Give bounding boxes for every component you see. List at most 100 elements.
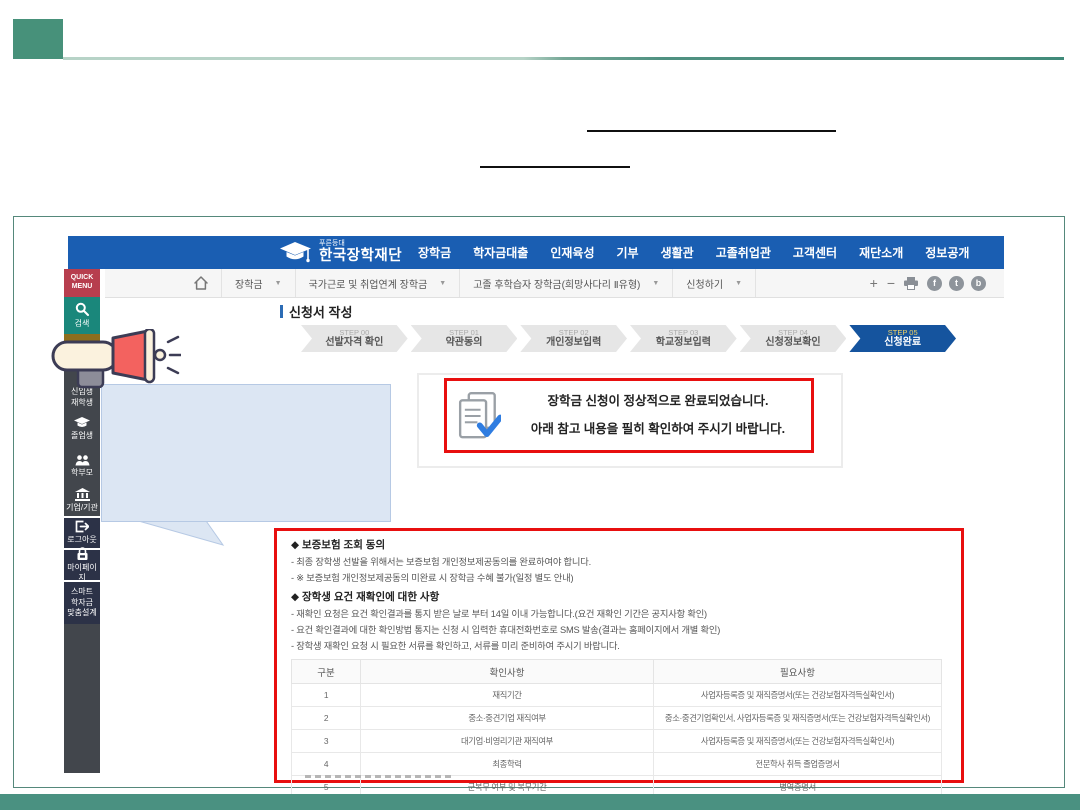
breadcrumb-dropdown[interactable]: 신청하기 ▼ bbox=[672, 269, 756, 297]
completion-highlight-box: 장학금 신청이 정상적으로 완료되었습니다. 아래 참고 내용을 필히 확인하여… bbox=[444, 378, 814, 453]
zoom-out-button[interactable]: − bbox=[887, 276, 895, 290]
logo-subtext: 푸른등대 bbox=[319, 240, 402, 247]
sidebar-item-label: 기업/기관 bbox=[66, 503, 98, 513]
megaphone-icon bbox=[51, 329, 181, 391]
table-cell: 전문학사 취득 졸업증명서 bbox=[654, 753, 942, 776]
table-row: 4최종학력전문학사 취득 졸업증명서 bbox=[292, 753, 942, 776]
notice-bullet: - ※ 보증보험 개인정보제공동의 미완료 시 장학금 수혜 불가(일정 별도 … bbox=[291, 570, 949, 586]
breadcrumb-dropdown[interactable]: 국가근로 및 취업연계 장학금 ▼ bbox=[295, 269, 460, 297]
completion-line-2: 아래 참고 내용을 필히 확인하여 주시기 바랍니다. bbox=[515, 416, 801, 444]
breadcrumb-label: 국가근로 및 취업연계 장학금 bbox=[309, 276, 428, 291]
sidebar-item[interactable]: 로그아웃 bbox=[64, 518, 100, 548]
site-navbar: 푸른등대 한국장학재단 장학금 학자금대출 인재육성 기부 생활관 고졸취업관 고객센터 재단… bbox=[68, 236, 1004, 269]
table-cell: 3 bbox=[292, 730, 361, 753]
nav-item[interactable]: 기부 bbox=[617, 244, 639, 261]
nav-item[interactable]: 정보공개 bbox=[925, 244, 969, 261]
notice-content: ◆ 보증보험 조회 동의- 최종 장학생 선발을 위해서는 보증보험 개인정보제… bbox=[291, 537, 949, 799]
title-accent-bar bbox=[280, 305, 283, 318]
sns-share-icons: ftb bbox=[927, 276, 986, 291]
blog-icon[interactable]: b bbox=[971, 276, 986, 291]
home-icon[interactable] bbox=[193, 275, 209, 291]
slide-underline bbox=[480, 166, 630, 168]
breadcrumb-dropdown[interactable]: 장학금 ▼ bbox=[221, 269, 295, 297]
notice-bullet: - 요건 확인결과에 대한 확인방법 통지는 신청 시 입력한 휴대전화번호로 … bbox=[291, 622, 949, 638]
speech-bubble-callout bbox=[101, 384, 391, 522]
step-label: 신청정보확인 bbox=[765, 337, 820, 349]
table-cell: 중소·중견기업확인서, 사업자등록증 및 재직증명서(또는 건강보험자격득실확인… bbox=[654, 707, 942, 730]
step-indicator: STEP 00선발자격 확인STEP 01약관동의STEP 02개인정보입력ST… bbox=[301, 325, 956, 352]
notice-bullet: - 재확인 요청은 요건 확인결과를 통지 받은 날로 부터 14일 이내 가능… bbox=[291, 606, 949, 622]
step-number: STEP 01 bbox=[449, 328, 479, 337]
nav-item[interactable]: 고객센터 bbox=[793, 244, 837, 261]
graduation-cap-icon bbox=[280, 241, 314, 264]
nav-item[interactable]: 생활관 bbox=[661, 244, 694, 261]
logout-icon bbox=[75, 520, 89, 533]
breadcrumb-utilities: + − ftb bbox=[870, 269, 986, 297]
parents-icon bbox=[75, 455, 90, 466]
breadcrumb-label: 고졸 후학습자 장학금(희망사다리 Ⅱ유형) bbox=[473, 276, 640, 291]
zoom-in-button[interactable]: + bbox=[870, 276, 878, 290]
sidebar-item[interactable]: 학부모 bbox=[64, 448, 100, 486]
printer-icon[interactable] bbox=[904, 277, 918, 290]
table-cell: 최종학력 bbox=[361, 753, 654, 776]
table-column-header: 구분 bbox=[292, 660, 361, 684]
sidebar-item-label: 마이페이지 bbox=[64, 563, 100, 584]
step-chevron: STEP 04신청정보확인 bbox=[740, 325, 847, 352]
notice-bullet: - 최종 장학생 선발을 위해서는 보증보험 개인정보제공동의를 완료하여야 합… bbox=[291, 554, 949, 570]
nav-item[interactable]: 재단소개 bbox=[859, 244, 903, 261]
nav-item[interactable]: 인재육성 bbox=[550, 244, 594, 261]
step-chevron: STEP 05신청완료 bbox=[849, 325, 956, 352]
table-cell: 4 bbox=[292, 753, 361, 776]
notice-section-title: ◆ 장학생 요건 재확인에 대한 사항 bbox=[291, 589, 949, 605]
institution-icon bbox=[75, 488, 90, 501]
step-label: 선발자격 확인 bbox=[325, 337, 383, 349]
website-screenshot-frame: 푸른등대 한국장학재단 장학금 학자금대출 인재육성 기부 생활관 고졸취업관 고객센터 재단… bbox=[13, 216, 1065, 788]
facebook-icon[interactable]: f bbox=[927, 276, 942, 291]
step-chevron: STEP 02개인정보입력 bbox=[520, 325, 627, 352]
table-cell: 사업자등록증 및 재직증명서(또는 건강보험자격득실확인서) bbox=[654, 730, 942, 753]
sidebar-item[interactable]: 기업/기관 bbox=[64, 486, 100, 516]
chevron-down-icon: ▼ bbox=[735, 280, 742, 287]
graduation-cap-icon bbox=[74, 417, 90, 429]
table-cell: 재직기간 bbox=[361, 684, 654, 707]
twitter-icon[interactable]: t bbox=[949, 276, 964, 291]
table-cell: 중소·중견기업 재직여부 bbox=[361, 707, 654, 730]
breadcrumb-label: 장학금 bbox=[235, 276, 263, 291]
search-icon bbox=[75, 302, 89, 316]
sidebar-item-label: 로그아웃 bbox=[67, 535, 96, 545]
sidebar-item-label: 스마트 학자금 맞춤설계 bbox=[67, 587, 96, 618]
step-chevron: STEP 00선발자격 확인 bbox=[301, 325, 408, 352]
step-label: 약관동의 bbox=[446, 337, 483, 349]
breadcrumb-dropdown[interactable]: 고졸 후학습자 장학금(희망사다리 Ⅱ유형) ▼ bbox=[459, 269, 672, 297]
navbar-menu: 장학금 학자금대출 인재육성 기부 생활관 고졸취업관 고객센터 재단소개 정보공개 bbox=[418, 236, 969, 269]
chevron-down-icon: ▼ bbox=[275, 280, 282, 287]
sidebar-item[interactable]: 졸업생 bbox=[64, 410, 100, 448]
table-header: 구분확인사항필요사항 bbox=[292, 660, 942, 684]
slide-divider-line bbox=[63, 57, 1064, 60]
step-number: STEP 00 bbox=[339, 328, 369, 337]
slide-accent-block bbox=[13, 19, 63, 59]
table-row: 3대기업·비영리기관 재직여부사업자등록증 및 재직증명서(또는 건강보험자격득… bbox=[292, 730, 942, 753]
chevron-down-icon: ▼ bbox=[652, 280, 659, 287]
sidebar-filler bbox=[64, 624, 100, 773]
sidebar-item[interactable]: 스마트 학자금 맞춤설계 bbox=[64, 582, 100, 624]
site-logo[interactable]: 푸른등대 한국장학재단 bbox=[280, 240, 402, 264]
table-row: 2중소·중견기업 재직여부중소·중견기업확인서, 사업자등록증 및 재직증명서(… bbox=[292, 707, 942, 730]
nav-item[interactable]: 학자금대출 bbox=[473, 244, 528, 261]
chevron-down-icon: ▼ bbox=[439, 280, 446, 287]
table-column-header: 필요사항 bbox=[654, 660, 942, 684]
notice-bullet: - 장학생 재확인 요청 시 필요한 서류를 확인하고, 서류를 미리 준비하여… bbox=[291, 638, 949, 654]
slide-footer-band bbox=[0, 794, 1080, 810]
step-chevron: STEP 03학교정보입력 bbox=[630, 325, 737, 352]
step-number: STEP 02 bbox=[559, 328, 589, 337]
clipped-note-text bbox=[305, 775, 455, 778]
nav-item[interactable]: 장학금 bbox=[418, 244, 451, 261]
sidebar-item[interactable]: 마이페이지 bbox=[64, 550, 100, 580]
step-number: STEP 05 bbox=[888, 328, 918, 337]
breadcrumb-label: 신청하기 bbox=[686, 276, 723, 291]
logo-title: 한국장학재단 bbox=[319, 248, 402, 264]
sidebar-item-label: 학부모 bbox=[71, 468, 93, 478]
nav-item[interactable]: 고졸취업관 bbox=[716, 244, 771, 261]
quick-menu-header: QUICK MENU bbox=[64, 269, 100, 297]
breadcrumb-bar: 장학금▼국가근로 및 취업연계 장학금▼고졸 후학습자 장학금(희망사다리 Ⅱ유… bbox=[105, 269, 1004, 298]
